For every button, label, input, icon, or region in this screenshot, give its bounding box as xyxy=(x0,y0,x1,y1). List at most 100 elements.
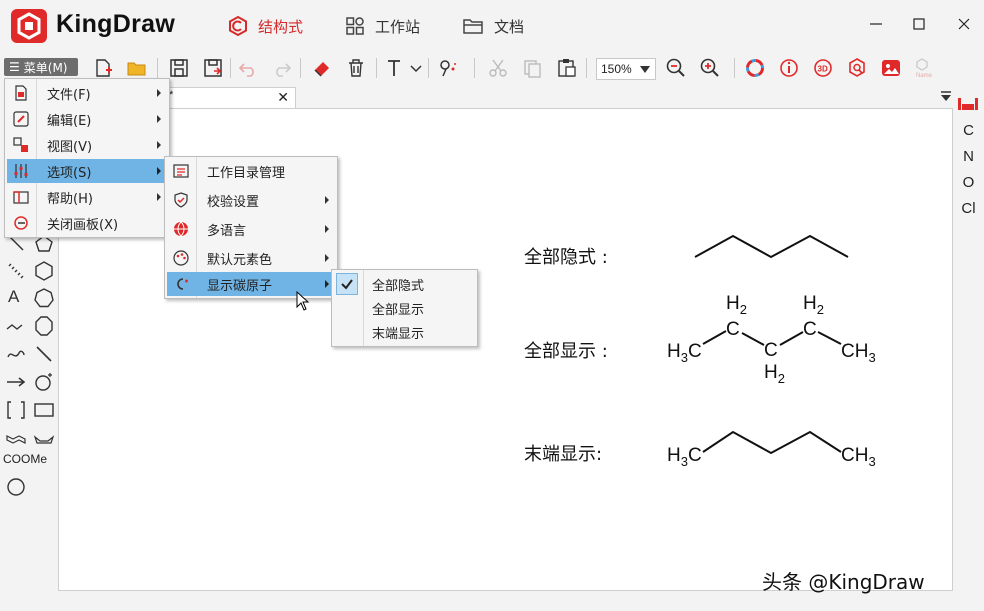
element-panel: C N O Cl xyxy=(953,86,984,591)
rectangle-icon[interactable] xyxy=(33,399,55,421)
submenu-arrow-icon xyxy=(325,196,329,204)
menu-item-all-implicit[interactable]: 全部隐式 xyxy=(334,272,475,296)
element-oxygen[interactable]: O xyxy=(953,174,984,191)
file-icon xyxy=(15,85,27,101)
menu-item-validation[interactable]: 校验设置 xyxy=(167,188,335,212)
text-tool-icon[interactable]: A xyxy=(8,287,30,309)
menu-item-element-color-label: 默认元素色 xyxy=(207,252,273,268)
curve-arrow-icon[interactable] xyxy=(5,343,27,365)
tab-structure-label: 结构式 xyxy=(258,17,304,36)
magic-clean-icon[interactable] xyxy=(437,57,459,79)
menu-button[interactable]: ☰ 菜单(M) xyxy=(4,58,78,76)
close-tab-icon[interactable]: ✕ xyxy=(277,89,289,106)
menu-item-workdir-label: 工作目录管理 xyxy=(207,165,286,181)
edit-icon xyxy=(13,111,29,127)
save-as-icon[interactable] xyxy=(202,57,224,79)
cut-scissors-icon[interactable] xyxy=(487,57,509,79)
hexagon-icon[interactable] xyxy=(33,260,55,282)
chain-tool-icon[interactable] xyxy=(5,315,27,337)
octagon-icon[interactable] xyxy=(33,315,55,337)
zoom-out-icon[interactable] xyxy=(665,57,687,79)
copy-icon[interactable] xyxy=(521,57,543,79)
menu-item-edit-label: 编辑(E) xyxy=(47,113,92,129)
menu-item-terminal-label: 末端显示 xyxy=(372,326,425,342)
bracket-icon[interactable] xyxy=(5,399,27,421)
menu-item-terminal[interactable]: 末端显示 xyxy=(334,320,475,344)
toolbar-separator xyxy=(376,58,377,78)
save-icon[interactable] xyxy=(168,57,190,79)
watermark: 头条 @KingDraw xyxy=(762,570,925,594)
hashed-bond-icon[interactable] xyxy=(5,260,27,282)
folder-icon xyxy=(463,19,483,34)
toolbar-separator xyxy=(474,58,475,78)
chevron-down-icon[interactable] xyxy=(405,57,427,79)
heptagon-icon[interactable] xyxy=(33,287,55,309)
toolbar-separator xyxy=(586,58,587,78)
options-submenu: 工作目录管理 校验设置 多语言 默认元素色 显示碳原子 xyxy=(164,156,338,299)
eraser-icon[interactable] xyxy=(311,57,333,79)
menu-item-workdir[interactable]: 工作目录管理 xyxy=(167,159,335,183)
menu-item-language[interactable]: 多语言 xyxy=(167,217,335,241)
submenu-arrow-icon xyxy=(157,167,161,175)
tab-workstation[interactable]: 工作站 xyxy=(345,14,420,38)
menu-button-label: 菜单(M) xyxy=(23,60,68,75)
maximize-button[interactable] xyxy=(907,12,931,36)
delete-trash-icon[interactable] xyxy=(345,57,367,79)
zoom-select[interactable]: 150% xyxy=(596,58,656,80)
circle-orbital-icon[interactable] xyxy=(5,476,27,498)
reaction-arrow-icon[interactable] xyxy=(5,371,27,393)
menu-item-close-canvas[interactable]: 关闭画板(X) xyxy=(7,211,167,235)
minimize-button[interactable] xyxy=(864,12,888,36)
3d-view-icon[interactable]: 3D xyxy=(812,57,834,79)
element-chlorine[interactable]: Cl xyxy=(953,200,984,217)
menu-item-help[interactable]: 帮助(H) xyxy=(7,185,167,209)
redo-icon[interactable] xyxy=(271,57,293,79)
element-nitrogen[interactable]: N xyxy=(953,148,984,165)
search-structure-icon[interactable] xyxy=(846,57,868,79)
checkmark-box xyxy=(336,273,358,295)
chair-conformation-icon[interactable] xyxy=(5,427,27,449)
open-folder-icon[interactable] xyxy=(126,57,148,79)
close-icon xyxy=(958,18,970,30)
document-tab[interactable]: * ✕ xyxy=(164,87,296,108)
tab-list-dropdown-icon[interactable] xyxy=(939,91,953,103)
menu-item-options[interactable]: 选项(S) xyxy=(7,159,167,183)
kingdraw-logo xyxy=(11,9,47,43)
carbon-atom-icon xyxy=(177,278,188,290)
coome-template-button[interactable]: COOMe xyxy=(3,452,47,466)
tab-documents[interactable]: 文档 xyxy=(462,14,524,38)
element-carbon[interactable]: C xyxy=(953,122,984,139)
close-window-button[interactable] xyxy=(952,12,976,36)
new-document-icon[interactable] xyxy=(92,57,114,79)
color-wheel-icon[interactable] xyxy=(744,57,766,79)
svg-text:Name: Name xyxy=(916,73,933,79)
periodic-table-icon[interactable] xyxy=(958,96,978,110)
options-sliders-icon xyxy=(14,164,28,178)
info-icon[interactable] xyxy=(778,57,800,79)
menu-item-options-label: 选项(S) xyxy=(47,165,92,181)
main-menu: 文件(F) 编辑(E) 视图(V) 选项(S) 帮助(H) 关闭画板(X) xyxy=(4,78,170,238)
image-insert-icon[interactable] xyxy=(880,57,902,79)
tab-workstation-label: 工作站 xyxy=(375,17,421,36)
zoom-in-icon[interactable] xyxy=(699,57,721,79)
tab-documents-label: 文档 xyxy=(494,17,525,36)
menu-item-edit[interactable]: 编辑(E) xyxy=(7,107,167,131)
name-to-structure-icon[interactable]: Name xyxy=(914,57,936,79)
menu-item-view-label: 视图(V) xyxy=(47,139,93,155)
dropdown-arrow-icon xyxy=(640,66,650,73)
help-book-icon xyxy=(13,191,29,204)
tab-structure[interactable]: 结构式 xyxy=(228,14,303,38)
directory-list-icon xyxy=(173,164,189,178)
menu-item-element-color[interactable]: 默认元素色 xyxy=(167,246,335,270)
menu-item-view[interactable]: 视图(V) xyxy=(7,133,167,157)
menu-item-file[interactable]: 文件(F) xyxy=(7,81,167,105)
paste-clipboard-icon[interactable] xyxy=(556,57,578,79)
menu-item-all-explicit[interactable]: 全部显示 xyxy=(334,296,475,320)
submenu-arrow-icon xyxy=(325,225,329,233)
single-bond-icon[interactable] xyxy=(33,343,55,365)
circle-plus-icon[interactable] xyxy=(33,371,55,393)
hamburger-icon: ☰ xyxy=(9,60,20,74)
text-style-icon[interactable] xyxy=(385,57,407,79)
boat-conformation-icon[interactable] xyxy=(33,427,55,449)
undo-icon[interactable] xyxy=(237,57,259,79)
